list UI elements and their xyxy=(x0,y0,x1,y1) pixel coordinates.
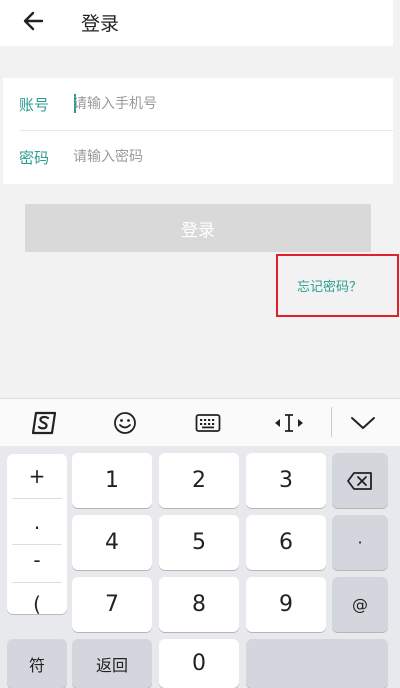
back-button[interactable] xyxy=(22,8,46,34)
key-middle-dot[interactable]: · xyxy=(332,515,388,570)
forgot-password-link[interactable]: 忘记密码？ xyxy=(297,276,362,295)
key-4[interactable]: 4 xyxy=(72,515,152,570)
keyboard-toolbar xyxy=(0,398,400,446)
password-input[interactable] xyxy=(73,144,373,170)
keyboard-icon xyxy=(195,414,221,432)
password-label: 密码 xyxy=(19,149,50,167)
delete-key[interactable] xyxy=(332,453,388,508)
key-9[interactable]: 9 xyxy=(246,577,326,632)
key-minus[interactable]: - xyxy=(15,540,59,580)
keyboard-switch-button[interactable] xyxy=(192,409,224,437)
account-label: 账号 xyxy=(19,96,50,114)
account-row: 账号 xyxy=(3,78,393,130)
login-form: 账号 密码 xyxy=(3,78,393,184)
arrow-left-icon xyxy=(23,11,44,31)
key-paren[interactable]: ( xyxy=(15,584,59,624)
password-row: 密码 xyxy=(3,131,393,183)
key-0[interactable]: 0 xyxy=(159,639,239,688)
key-8[interactable]: 8 xyxy=(159,577,239,632)
toolbar-separator xyxy=(331,407,332,437)
login-button[interactable]: 登录 xyxy=(25,204,371,252)
key-at[interactable]: @ xyxy=(332,577,388,632)
back-key[interactable]: 返回 xyxy=(72,639,152,688)
cursor-move-button[interactable] xyxy=(272,409,306,437)
section-gap xyxy=(3,50,393,78)
page-title: 登录 xyxy=(81,13,120,35)
key-3[interactable]: 3 xyxy=(246,453,326,508)
phone-input[interactable] xyxy=(73,91,373,117)
sogou-logo-button[interactable] xyxy=(28,409,60,437)
key-dot[interactable]: . xyxy=(15,502,59,542)
collapse-chevron-icon xyxy=(351,417,375,429)
key-7[interactable]: 7 xyxy=(72,577,152,632)
sogou-logo-icon xyxy=(31,411,57,435)
app-header: 登录 xyxy=(0,0,393,46)
backspace-icon xyxy=(347,471,372,490)
emoji-icon xyxy=(114,412,136,434)
emoji-button[interactable] xyxy=(110,409,140,437)
key-1[interactable]: 1 xyxy=(72,453,152,508)
key-5[interactable]: 5 xyxy=(159,515,239,570)
enter-key[interactable] xyxy=(246,639,388,688)
symbols-key[interactable]: 符 xyxy=(7,639,67,688)
symbol-divider xyxy=(12,582,62,583)
numeric-keyboard: + . - ( 1 2 3 4 5 6 · 7 8 9 @ 符 返回 0 xyxy=(0,446,400,688)
key-2[interactable]: 2 xyxy=(159,453,239,508)
symbol-column: + . - ( xyxy=(7,454,67,616)
key-6[interactable]: 6 xyxy=(246,515,326,570)
symbol-divider xyxy=(12,498,62,499)
collapse-keyboard-button[interactable] xyxy=(348,409,378,437)
cursor-move-icon xyxy=(275,414,303,432)
key-plus[interactable]: + xyxy=(15,456,59,496)
